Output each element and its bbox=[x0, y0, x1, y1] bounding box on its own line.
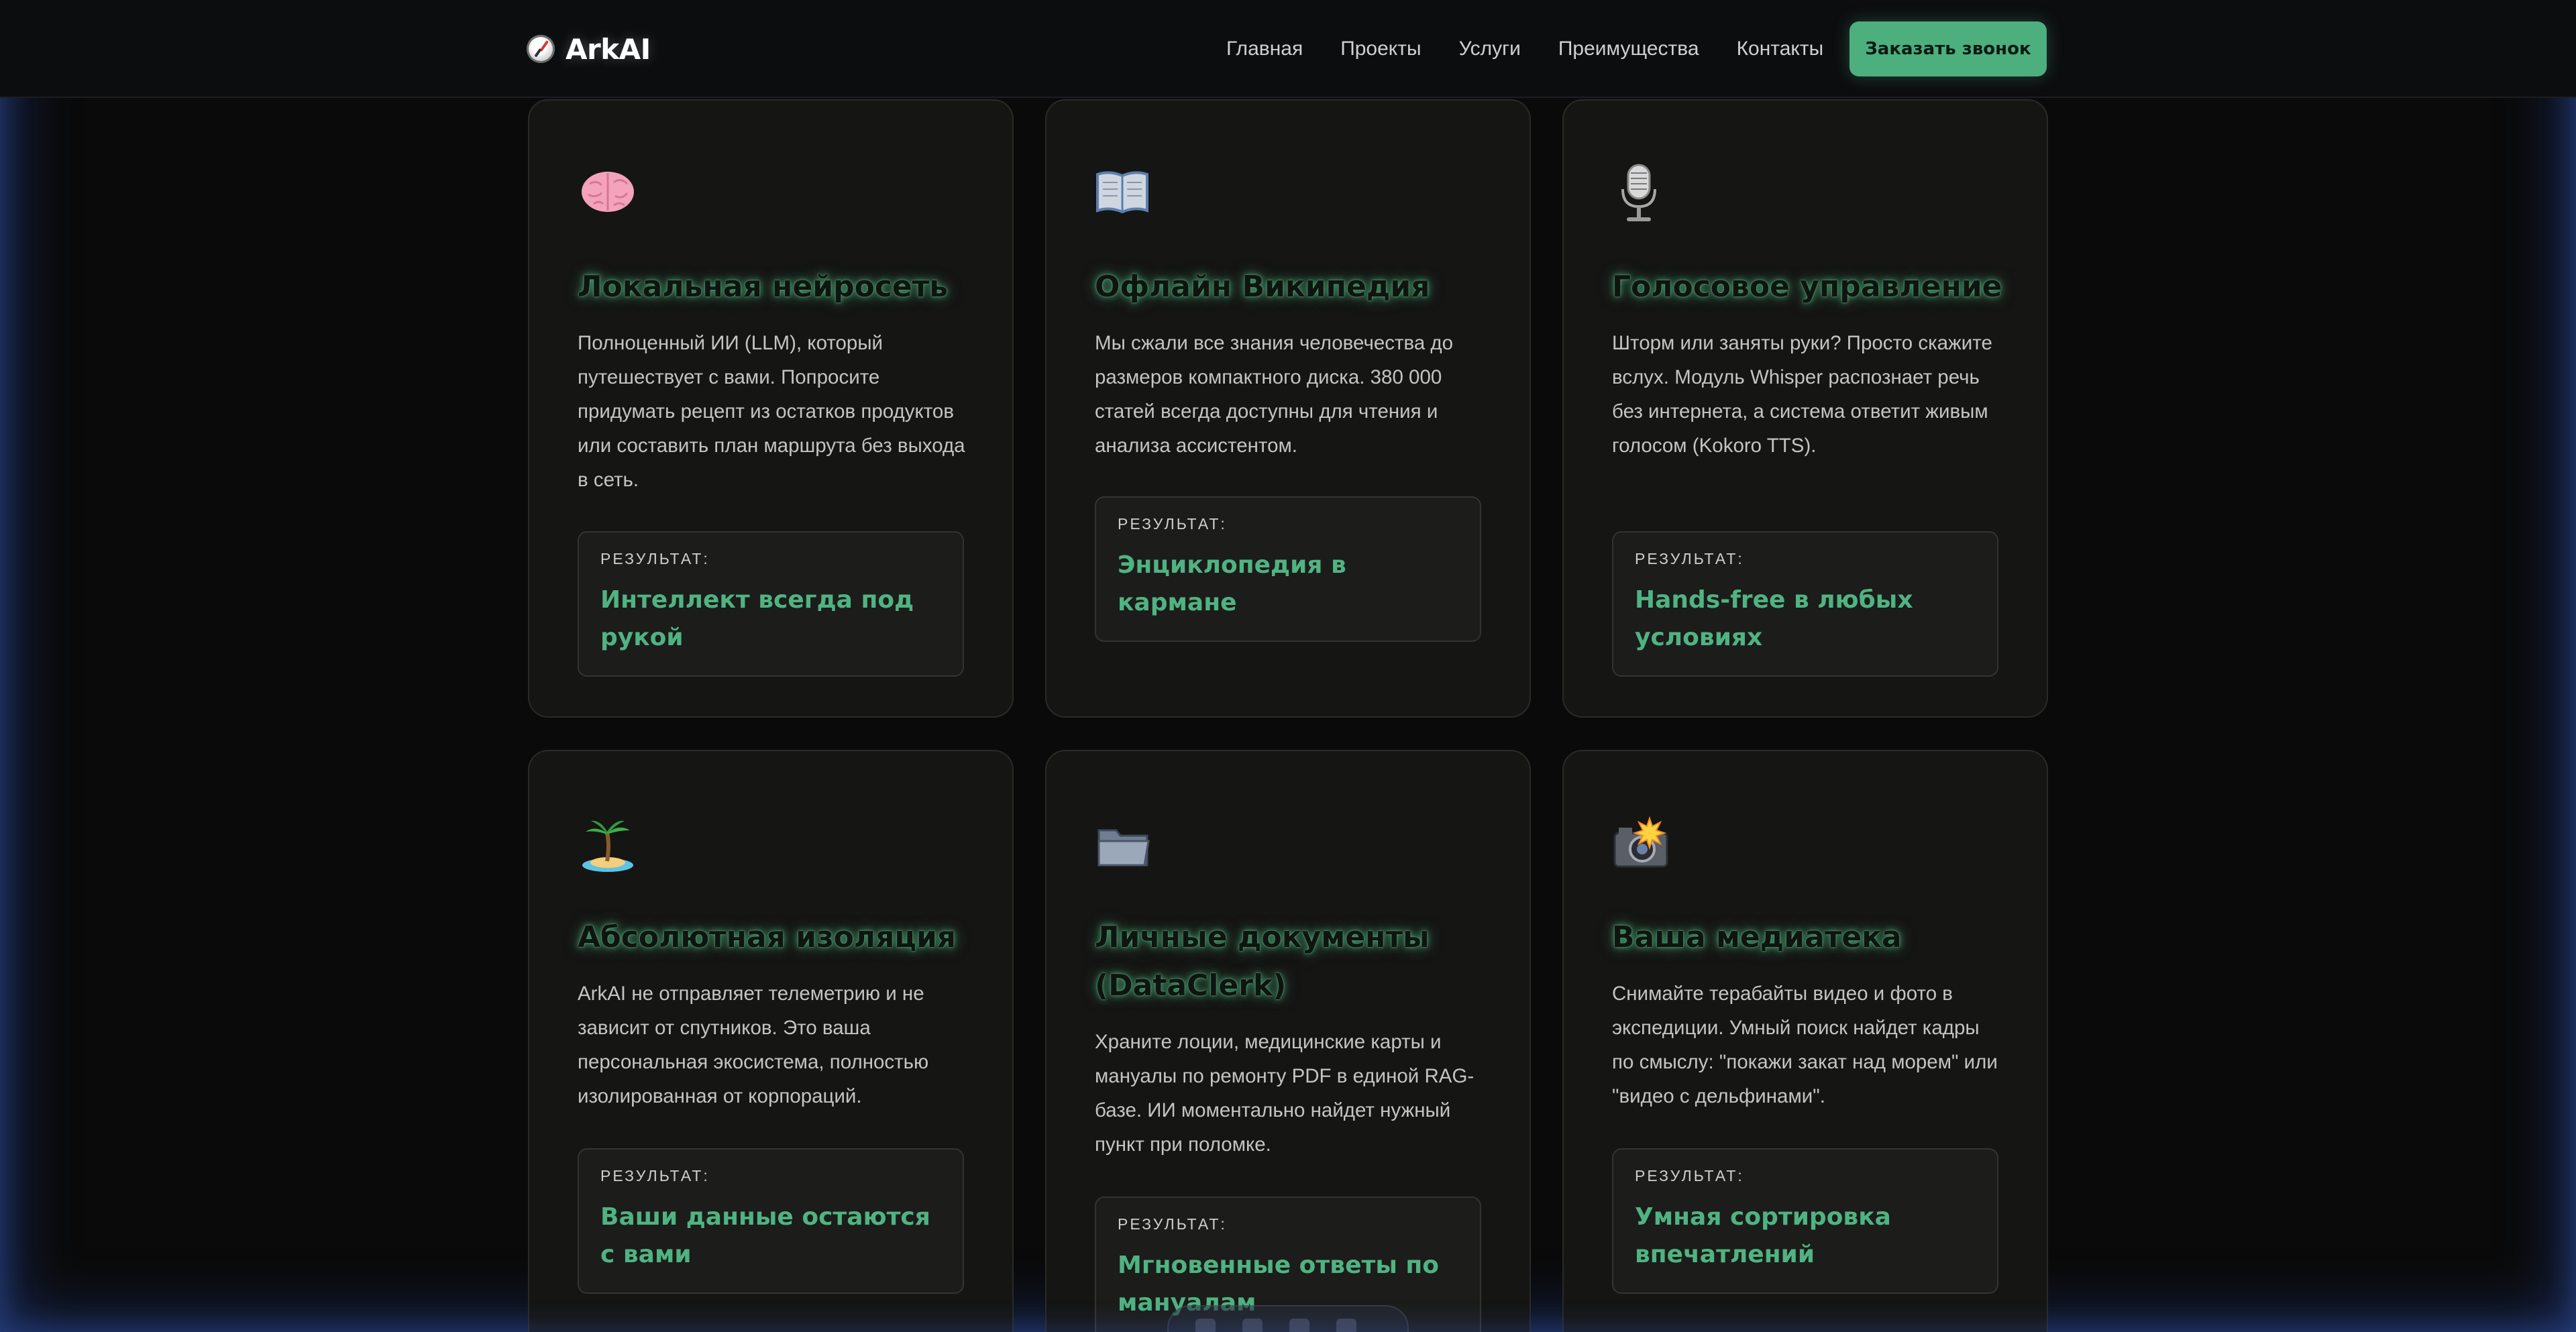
nav-link-contacts[interactable]: Контакты bbox=[1737, 38, 1824, 60]
result-label: РЕЗУЛЬТАТ: bbox=[1118, 1215, 1227, 1233]
card-title: Локальная нейросеть bbox=[578, 270, 949, 304]
main-nav: Главная Проекты Услуги Преимущества Конт… bbox=[1226, 34, 1823, 64]
result-value: Hands-free в любых условиях bbox=[1635, 586, 1913, 651]
dock-menu-icon[interactable] bbox=[1289, 1319, 1309, 1332]
nav-link-home[interactable]: Главная bbox=[1226, 38, 1303, 60]
site-header: ArkAI Главная Проекты Услуги Преимуществ… bbox=[0, 0, 2576, 98]
result-label: РЕЗУЛЬТАТ: bbox=[1118, 515, 1227, 533]
compass-icon bbox=[527, 35, 555, 63]
brain-icon bbox=[582, 172, 634, 212]
card-title: Ваша медиатека bbox=[1612, 920, 1902, 954]
book-icon bbox=[1096, 171, 1148, 214]
card-description: Мы сжали все знания человечества до разм… bbox=[1095, 332, 1454, 457]
result-box: РЕЗУЛЬТАТ: Hands-free в любых условиях bbox=[1612, 531, 1998, 677]
page: ArkAI Главная Проекты Услуги Преимуществ… bbox=[0, 0, 2576, 1332]
folder-icon bbox=[1097, 829, 1150, 867]
result-value: Умная сортировка впечатлений bbox=[1635, 1203, 1891, 1268]
result-label: РЕЗУЛЬТАТ: bbox=[1635, 550, 1744, 567]
dock-gear-icon[interactable] bbox=[1336, 1319, 1356, 1332]
result-box: РЕЗУЛЬТАТ: Ваши данные остаются с вами bbox=[578, 1148, 964, 1294]
dock-hand-icon[interactable] bbox=[1242, 1319, 1263, 1332]
feature-card-dataclerk: Личные документы (DataClerk) Храните лоц… bbox=[1045, 750, 1531, 1332]
nav-link-advantages[interactable]: Преимущества bbox=[1558, 38, 1699, 60]
result-value: Энциклопедия в кармане bbox=[1118, 551, 1346, 616]
feature-card-local-llm: Локальная нейросеть Полноценный ИИ (LLM)… bbox=[528, 99, 1014, 718]
logo[interactable]: ArkAI bbox=[527, 28, 651, 70]
logo-text: ArkAI bbox=[566, 32, 651, 66]
floating-dock bbox=[1167, 1305, 1409, 1332]
nav-link-projects[interactable]: Проекты bbox=[1340, 38, 1421, 60]
result-box: РЕЗУЛЬТАТ: Интеллект всегда под рукой bbox=[578, 531, 964, 677]
request-call-button[interactable]: Заказать звонок bbox=[1849, 21, 2047, 76]
card-title: Голосовое управление bbox=[1612, 270, 2002, 304]
result-box: РЕЗУЛЬТАТ: Умная сортировка впечатлений bbox=[1612, 1148, 1998, 1294]
card-description: ArkAI не отправляет телеметрию и не зави… bbox=[578, 983, 929, 1107]
nav-link-services[interactable]: Услуги bbox=[1459, 38, 1521, 60]
result-box: РЕЗУЛЬТАТ: Энциклопедия в кармане bbox=[1095, 496, 1481, 642]
result-label: РЕЗУЛЬТАТ: bbox=[600, 550, 710, 567]
island-icon bbox=[582, 820, 633, 872]
feature-card-offline-wikipedia: Офлайн Википедия Мы сжали все знания чел… bbox=[1045, 99, 1531, 718]
card-description: Полноценный ИИ (LLM), который путешеству… bbox=[578, 332, 965, 491]
feature-card-media-library: Ваша медиатека Снимайте терабайты видео … bbox=[1562, 750, 2048, 1332]
feature-card-isolation: Абсолютная изоляция ArkAI не отправляет … bbox=[528, 750, 1014, 1332]
feature-card-voice-control: Голосовое управление Шторм или заняты ру… bbox=[1562, 99, 2048, 718]
result-label: РЕЗУЛЬТАТ: bbox=[600, 1167, 710, 1184]
camera-flash-icon bbox=[1613, 816, 1668, 868]
result-value: Ваши данные остаются с вами bbox=[600, 1203, 930, 1268]
card-description: Шторм или заняты руки? Просто скажите вс… bbox=[1612, 332, 1992, 457]
card-title: Личные документы (DataClerk) bbox=[1095, 920, 1430, 1003]
card-title: Офлайн Википедия bbox=[1095, 270, 1430, 304]
result-value: Интеллект всегда под рукой bbox=[600, 586, 914, 651]
card-title: Абсолютная изоляция bbox=[578, 920, 957, 954]
result-label: РЕЗУЛЬТАТ: bbox=[1635, 1167, 1744, 1184]
card-description: Храните лоции, медицинские карты и мануа… bbox=[1095, 1031, 1474, 1156]
microphone-icon bbox=[1621, 164, 1656, 221]
dock-microphone-icon[interactable] bbox=[1195, 1319, 1216, 1332]
card-description: Снимайте терабайты видео и фото в экспед… bbox=[1612, 983, 1998, 1107]
